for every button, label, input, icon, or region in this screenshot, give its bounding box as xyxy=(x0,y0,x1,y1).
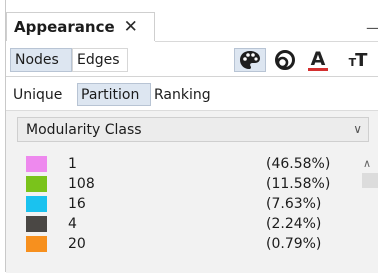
label-size-icon: TT xyxy=(349,49,368,71)
color-swatch[interactable] xyxy=(26,236,47,252)
tab-unique[interactable]: Unique xyxy=(10,83,77,106)
minimize-icon[interactable]: — xyxy=(366,18,378,37)
partition-percent: (46.58%) xyxy=(266,156,331,172)
palette-icon xyxy=(240,51,260,69)
partition-percent: (2.24%) xyxy=(266,216,322,232)
tab-ranking[interactable]: Ranking xyxy=(151,83,221,106)
color-tool-button[interactable] xyxy=(234,48,266,72)
list-item[interactable]: 4 (2.24%) xyxy=(17,215,357,235)
list-item[interactable]: 108 (11.58%) xyxy=(17,175,357,195)
partition-content: Modularity Class ∨ 1 (46.58%) 108 (11.58… xyxy=(6,110,378,273)
edges-toggle-label: Edges xyxy=(77,52,120,68)
list-item[interactable]: 16 (7.63%) xyxy=(17,195,357,215)
list-item[interactable]: 20 (0.79%) xyxy=(17,235,357,255)
color-swatch[interactable] xyxy=(26,216,47,232)
edges-toggle[interactable]: Edges xyxy=(72,48,128,72)
list-item[interactable]: 1 (46.58%) xyxy=(17,155,357,175)
attribute-select[interactable]: Modularity Class ∨ xyxy=(17,117,369,142)
color-swatch[interactable] xyxy=(26,196,47,212)
tab-title: Appearance xyxy=(14,18,115,36)
scroll-thumb[interactable] xyxy=(362,173,378,188)
toolbar: Nodes Edges A TT xyxy=(6,42,378,77)
tab-unique-label: Unique xyxy=(13,86,63,103)
label-color-tool-button[interactable]: A xyxy=(303,48,333,72)
color-swatch[interactable] xyxy=(26,176,47,192)
tab-partition-label: Partition xyxy=(81,86,140,103)
function-subtabs: Unique Partition Ranking xyxy=(6,77,378,109)
color-swatch[interactable] xyxy=(26,156,47,172)
tab-partition[interactable]: Partition xyxy=(77,83,151,106)
list-scrollbar[interactable]: ∧ xyxy=(360,155,378,273)
size-rings-icon xyxy=(275,50,295,70)
appearance-tab[interactable]: Appearance ✕ xyxy=(6,12,155,41)
partition-label: 1 xyxy=(68,156,77,172)
close-icon[interactable]: ✕ xyxy=(124,18,138,36)
attribute-select-value: Modularity Class xyxy=(26,121,142,138)
scroll-up-icon[interactable]: ∧ xyxy=(363,157,371,170)
tab-ranking-label: Ranking xyxy=(154,86,211,103)
partition-percent: (11.58%) xyxy=(266,176,331,192)
partition-label: 16 xyxy=(68,196,86,212)
partition-label: 20 xyxy=(68,236,86,252)
partition-label: 108 xyxy=(68,176,95,192)
partition-list: 1 (46.58%) 108 (11.58%) 16 (7.63%) 4 (2.… xyxy=(17,155,357,255)
appearance-panel: Appearance ✕ — Nodes Edges A xyxy=(0,0,378,273)
partition-label: 4 xyxy=(68,216,77,232)
size-tool-button[interactable] xyxy=(269,48,301,72)
nodes-toggle-label: Nodes xyxy=(15,52,59,68)
label-size-big-t: T xyxy=(355,49,367,71)
partition-percent: (0.79%) xyxy=(266,236,322,252)
nodes-toggle[interactable]: Nodes xyxy=(10,48,72,72)
label-color-icon: A xyxy=(307,49,329,71)
chevron-down-icon: ∨ xyxy=(353,122,362,136)
label-size-tool-button[interactable]: TT xyxy=(337,48,378,72)
partition-percent: (7.63%) xyxy=(266,196,322,212)
